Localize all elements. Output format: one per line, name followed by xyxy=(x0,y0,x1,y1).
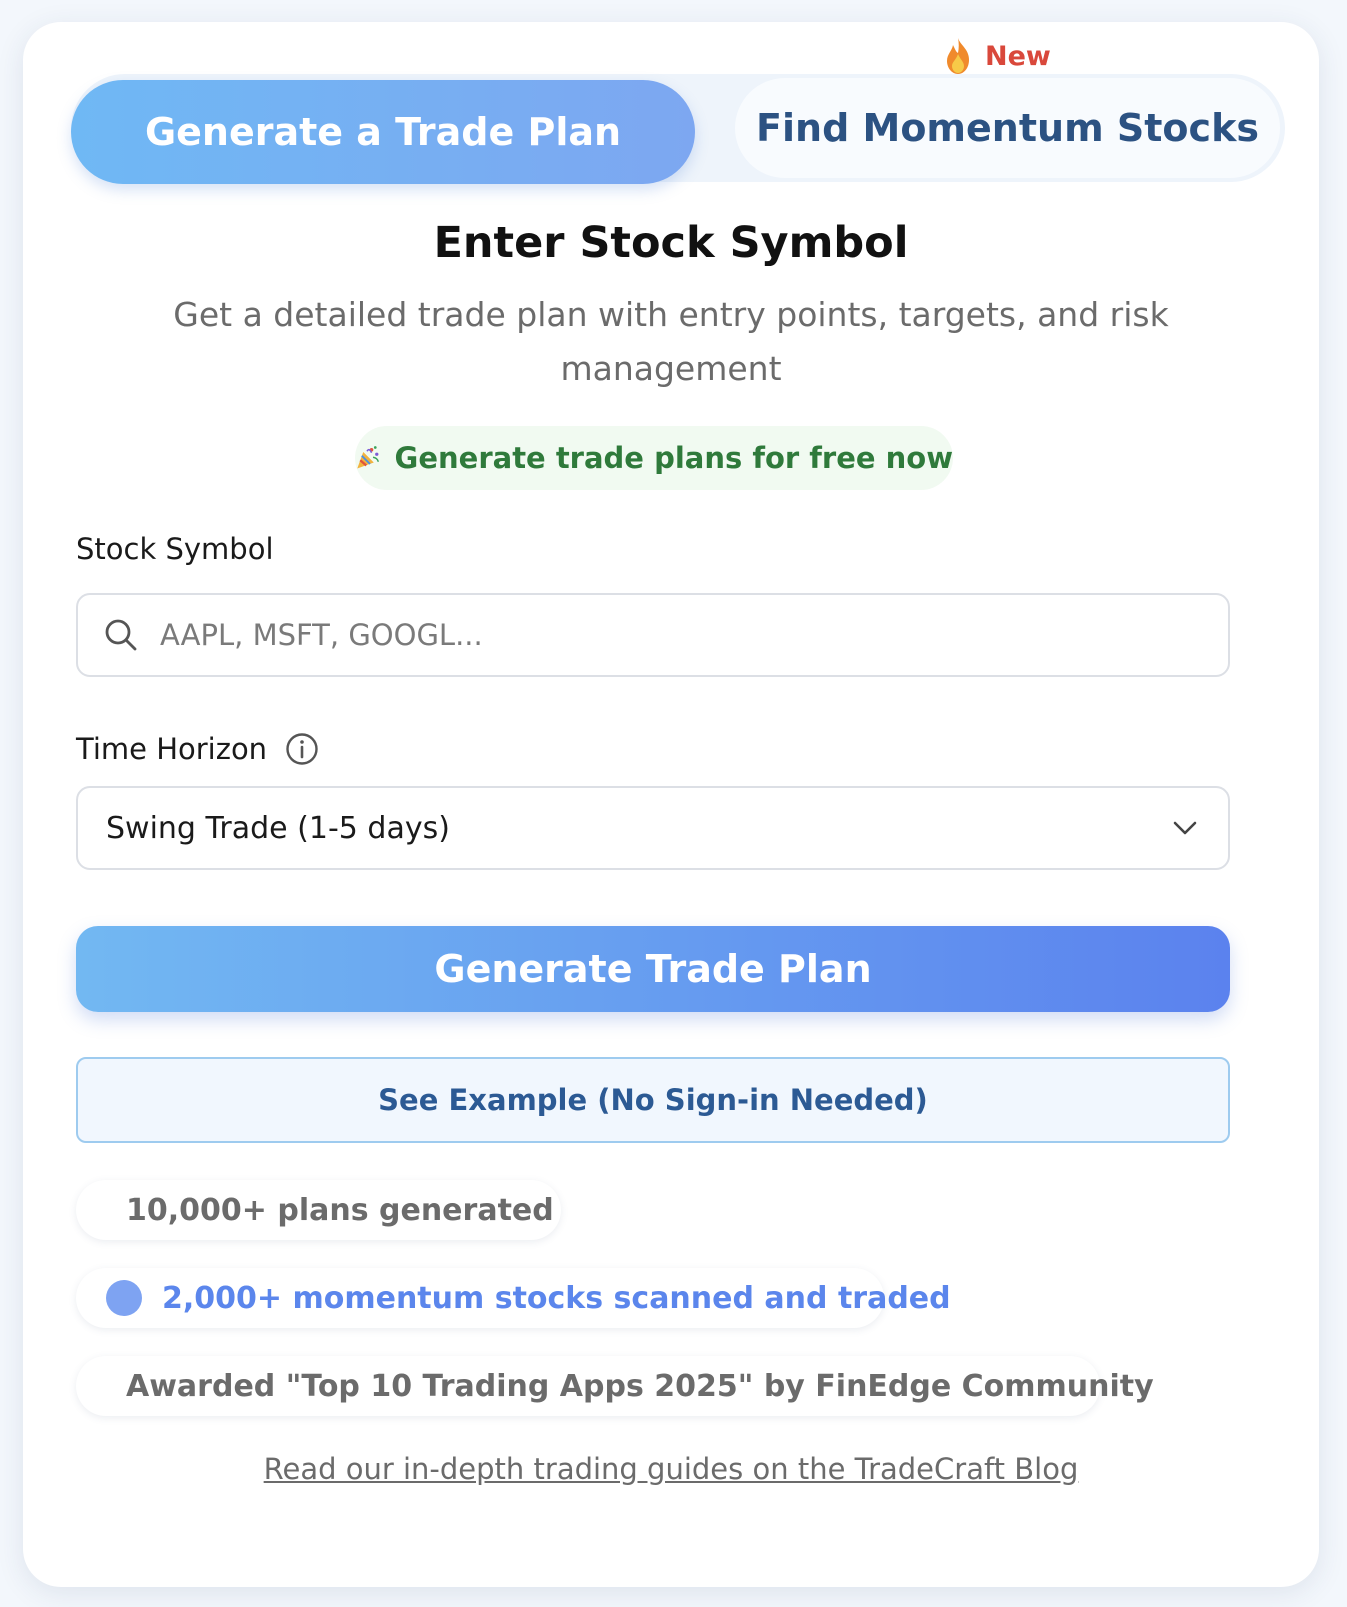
see-example-button[interactable]: See Example (No Sign-in Needed) xyxy=(76,1057,1230,1143)
free-promo-badge: Generate trade plans for free now xyxy=(355,426,953,490)
generate-trade-plan-button[interactable]: Generate Trade Plan xyxy=(76,926,1230,1012)
stat-award: Awarded "Top 10 Trading Apps 2025" by Fi… xyxy=(76,1356,1154,1416)
time-horizon-selected-value: Swing Trade (1-5 days) xyxy=(106,810,450,846)
stat-momentum-stocks-text: 2,000+ momentum stocks scanned and trade… xyxy=(162,1280,951,1316)
fire-icon xyxy=(947,38,969,74)
page-subtitle: Get a detailed trade plan with entry poi… xyxy=(173,295,1169,388)
info-icon[interactable] xyxy=(285,732,319,766)
stat-plans-generated: 10,000+ plans generated xyxy=(76,1180,561,1240)
stock-symbol-input[interactable] xyxy=(158,617,1122,653)
stat-plans-generated-text: 10,000+ plans generated xyxy=(126,1192,554,1228)
page-title: Enter Stock Symbol xyxy=(433,218,909,268)
stat-momentum-stocks: 2,000+ momentum stocks scanned and trade… xyxy=(76,1268,951,1328)
stat-award-text: Awarded "Top 10 Trading Apps 2025" by Fi… xyxy=(126,1368,1154,1404)
party-popper-icon xyxy=(357,446,380,469)
blue-dot-icon xyxy=(106,1280,142,1316)
search-icon xyxy=(105,619,137,651)
tab-find-momentum-stocks[interactable]: Find Momentum Stocks xyxy=(735,78,1280,178)
time-horizon-select[interactable]: Swing Trade (1-5 days) xyxy=(76,786,1230,870)
time-horizon-label-row: Time Horizon xyxy=(76,732,319,766)
new-badge: New xyxy=(943,34,1051,78)
tab-generate-trade-plan[interactable]: Generate a Trade Plan xyxy=(71,80,695,184)
stock-symbol-field[interactable] xyxy=(76,593,1230,677)
trade-plan-card: New Find Momentum Stocks Generate a Trad… xyxy=(23,22,1319,1587)
chevron-down-icon xyxy=(1173,821,1197,835)
stock-symbol-label: Stock Symbol xyxy=(76,532,274,566)
free-promo-text: Generate trade plans for free now xyxy=(394,441,953,475)
time-horizon-label: Time Horizon xyxy=(76,732,268,766)
blog-link[interactable]: Read our in-depth trading guides on the … xyxy=(23,1452,1319,1486)
new-badge-label: New xyxy=(985,40,1051,72)
